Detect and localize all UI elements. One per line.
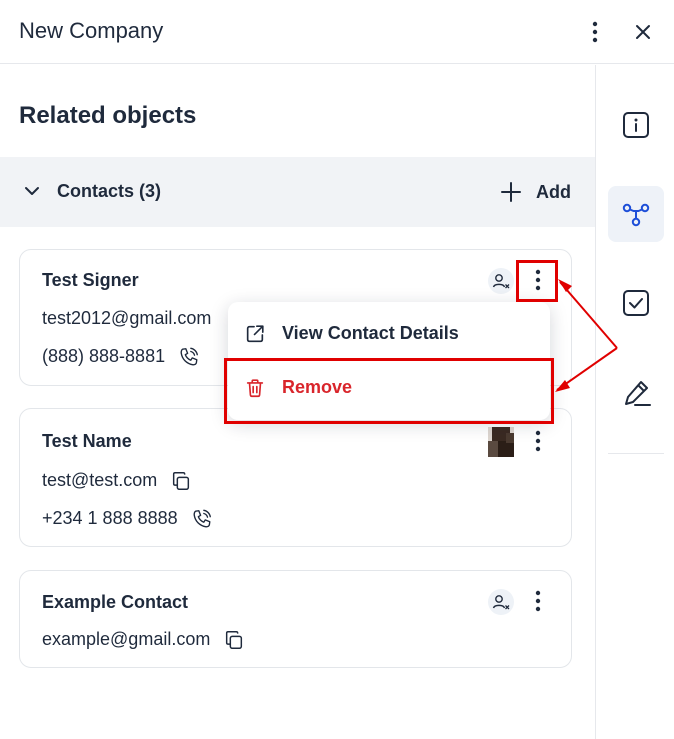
contact-phone-row: (888) 888-8881 — [42, 346, 200, 368]
contact-name: Example Contact — [42, 592, 189, 612]
phone-call-icon[interactable] — [178, 346, 200, 368]
sidebar-item-related-objects[interactable] — [608, 186, 664, 242]
menu-item-label: View Contact Details — [282, 323, 459, 343]
contact-more-button[interactable] — [527, 587, 549, 615]
close-icon — [636, 25, 650, 39]
sidebar-item-tasks[interactable] — [608, 275, 664, 331]
contact-more-button[interactable] — [527, 427, 549, 455]
header-more-button[interactable] — [584, 18, 606, 46]
add-button-label: Add — [536, 182, 571, 202]
contact-email-row: example@gmail.com — [42, 629, 245, 651]
panel-title: New Company — [19, 18, 164, 43]
avatar[interactable] — [484, 425, 518, 459]
sidebar-item-signature[interactable] — [608, 364, 664, 420]
plus-icon — [501, 182, 521, 202]
signature-icon — [625, 381, 651, 406]
copy-icon[interactable] — [170, 470, 192, 492]
right-sidebar — [595, 65, 674, 739]
contact-email[interactable]: test2012@gmail.com — [42, 308, 211, 328]
contact-name: Test Signer — [42, 270, 139, 290]
checkbox-icon — [623, 290, 649, 316]
menu-item-view-contact-details[interactable]: View Contact Details — [228, 308, 550, 360]
sidebar-divider — [608, 453, 664, 454]
sidebar-item-info[interactable] — [608, 97, 664, 153]
contact-phone[interactable]: +234 1 888 8888 — [42, 508, 178, 528]
contact-card[interactable]: Test Name test@test.com +234 1 888 8888 — [19, 408, 572, 547]
contact-card[interactable]: Example Contact example@gmail.com — [19, 570, 572, 668]
contact-phone-row: +234 1 888 8888 — [42, 508, 213, 530]
contact-email[interactable]: example@gmail.com — [42, 629, 210, 649]
kebab-menu-icon — [592, 21, 598, 43]
panel-header: New Company — [0, 0, 674, 64]
unassigned-user-icon[interactable] — [488, 589, 514, 615]
phone-call-icon[interactable] — [191, 508, 213, 530]
contact-email-row: test2012@gmail.com — [42, 308, 211, 329]
highlight-box-remove — [224, 358, 554, 424]
kebab-menu-icon — [535, 590, 541, 612]
contacts-section-header[interactable]: Contacts (3) Add — [0, 157, 595, 227]
close-button[interactable] — [630, 19, 656, 45]
contact-email-row: test@test.com — [42, 470, 192, 492]
chevron-down-icon[interactable] — [22, 181, 42, 201]
external-link-icon — [246, 325, 264, 343]
highlight-box-kebab — [516, 260, 558, 302]
contact-phone[interactable]: (888) 888-8881 — [42, 346, 165, 366]
section-title: Related objects — [19, 102, 197, 129]
copy-icon[interactable] — [223, 629, 245, 651]
kebab-menu-icon — [535, 430, 541, 452]
contact-email[interactable]: test@test.com — [42, 470, 157, 490]
unassigned-user-icon[interactable] — [488, 268, 514, 294]
add-contact-button[interactable]: Add — [500, 175, 580, 209]
contact-name: Test Name — [42, 431, 132, 451]
relations-icon — [622, 203, 650, 227]
contacts-section-label: Contacts (3) — [57, 181, 162, 201]
info-icon — [623, 112, 649, 138]
